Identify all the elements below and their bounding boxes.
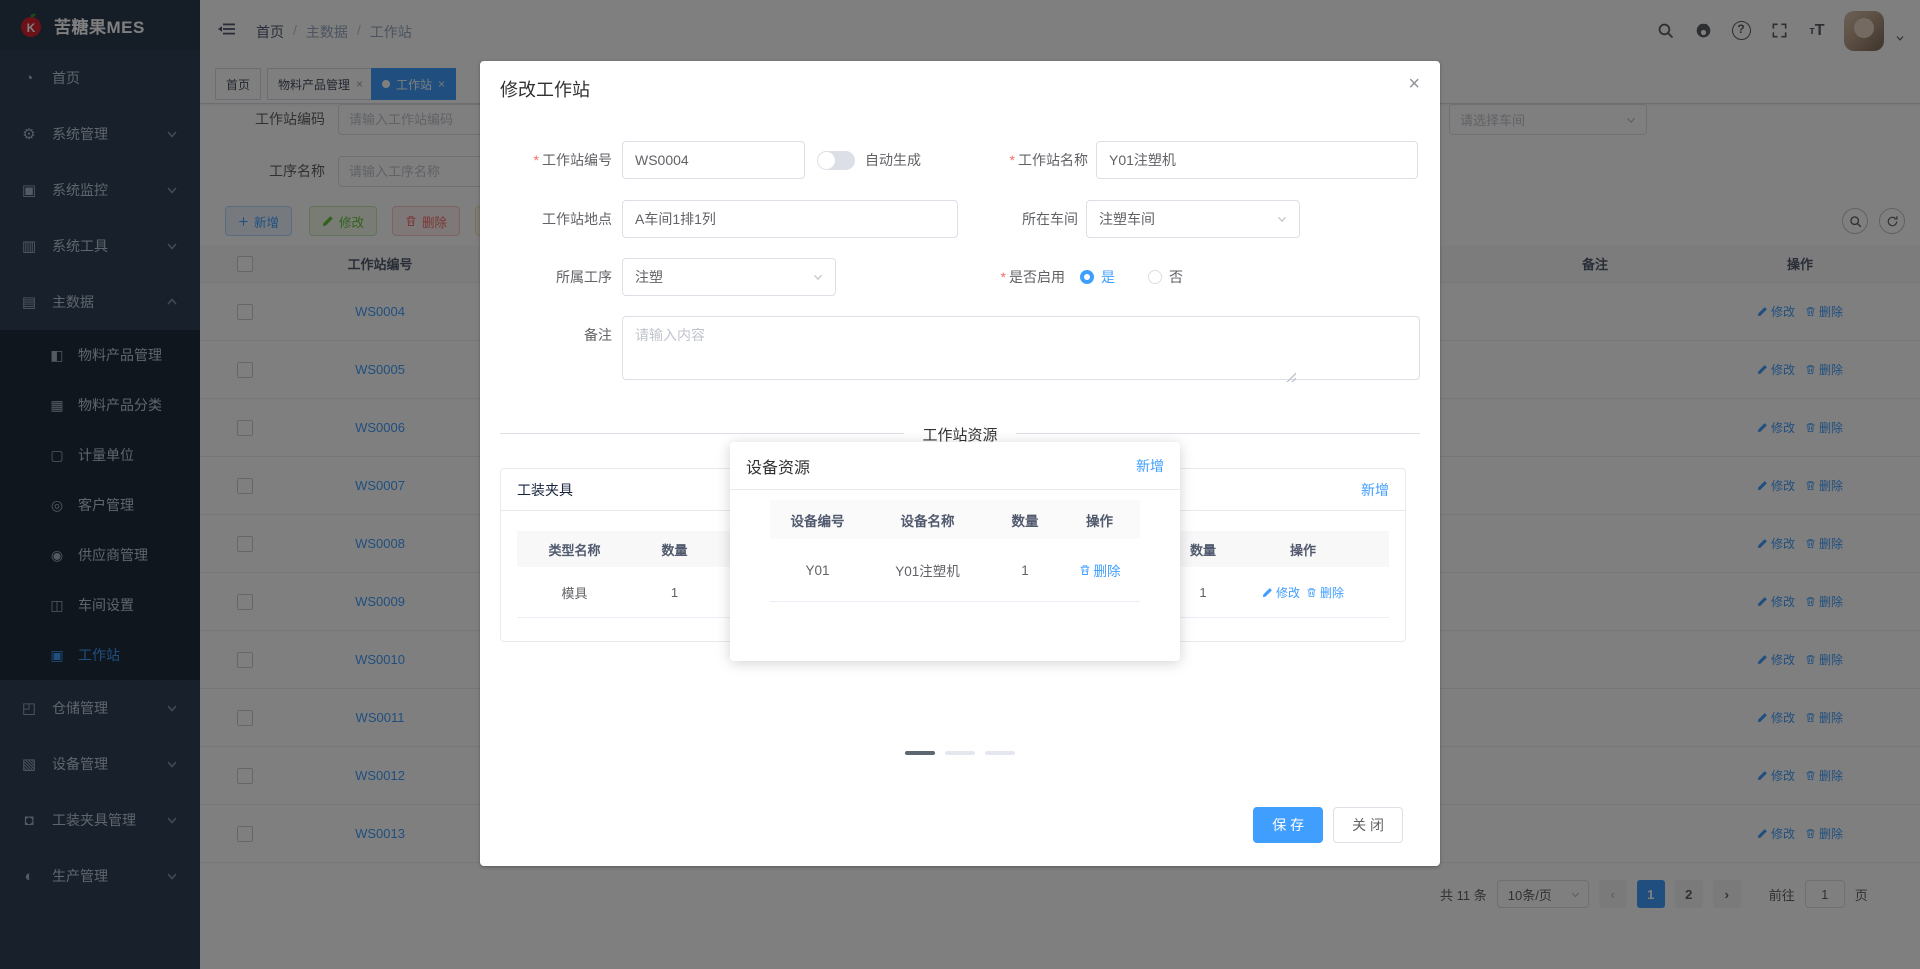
radio-dot [1080, 270, 1094, 284]
trash-icon [1306, 587, 1317, 597]
workshop-select[interactable]: 注塑车间 [1086, 200, 1300, 238]
radio-dot [1148, 270, 1162, 284]
labor-add-link[interactable]: 新增 [1361, 480, 1389, 500]
auto-generate-label: 自动生成 [865, 152, 921, 168]
chevron-down-icon [1275, 212, 1289, 226]
select-value: 注塑车间 [1099, 211, 1155, 227]
auto-generate-toggle[interactable] [817, 151, 855, 170]
workshop-label: 所在车间 [1022, 211, 1078, 227]
equipment-add-link[interactable]: 新增 [1136, 456, 1164, 476]
carousel-dot-2[interactable] [945, 751, 975, 755]
trash-icon [1079, 565, 1090, 575]
select-value: 注塑 [635, 269, 663, 285]
pencil-icon [1262, 587, 1272, 597]
header-action: 操作 [1289, 542, 1316, 558]
radio-label: 是 [1101, 269, 1115, 285]
enabled-yes-radio[interactable]: 是 [1080, 258, 1115, 296]
equipment-popup-title: 设备资源 [746, 459, 811, 477]
required-mark: * [1000, 269, 1006, 285]
carousel-dot-1[interactable] [905, 751, 935, 755]
header-type: 类型名称 [548, 542, 601, 558]
location-label: 工作站地点 [542, 211, 612, 227]
chevron-down-icon [811, 270, 825, 284]
labor-edit-link[interactable]: 修改 [1262, 584, 1300, 601]
enabled-label: * 是否启用 [1000, 269, 1065, 285]
fixture-panel-title: 工装夹具 [517, 481, 573, 498]
fixture-qty: 1 [670, 584, 679, 600]
equipment-popup: 设备资源 新增 设备编号 设备名称 数量 操作 Y01 Y01注塑机 1 删除 [730, 442, 1180, 661]
save-button[interactable]: 保 存 [1253, 807, 1324, 843]
header-qty: 数量 [661, 542, 688, 558]
header-qty: 数量 [1011, 513, 1039, 529]
header-action: 操作 [1086, 513, 1113, 529]
dialog-title: 修改工作站 [500, 80, 590, 100]
equipment-name: Y01注塑机 [895, 564, 960, 579]
fixture-type: 模具 [561, 585, 588, 601]
close-button[interactable]: 关 闭 [1333, 807, 1403, 843]
remark-textarea[interactable] [622, 316, 1420, 380]
equipment-popup-header: 设备资源 新增 [730, 442, 1180, 490]
dialog-close-icon[interactable]: × [1408, 73, 1420, 96]
edit-workstation-dialog: 修改工作站 × *工作站编号 自动生成 *工作站名称 工作站地点 所在车间 注塑… [480, 61, 1440, 866]
code-label: * 工作站编号 [533, 152, 612, 168]
location-input[interactable] [622, 200, 958, 238]
equipment-qty: 1 [1021, 562, 1029, 578]
enabled-no-radio[interactable]: 否 [1148, 258, 1183, 296]
process-select[interactable]: 注塑 [622, 258, 836, 296]
equipment-table: 设备编号 设备名称 数量 操作 Y01 Y01注塑机 1 删除 [770, 500, 1140, 602]
name-input[interactable] [1096, 141, 1418, 179]
name-label: * 工作站名称 [1009, 152, 1088, 168]
required-mark: * [533, 152, 539, 168]
header-equipment-name: 设备名称 [900, 513, 955, 529]
header-equipment-code: 设备编号 [790, 513, 845, 529]
carousel-indicators [480, 751, 1440, 755]
required-mark: * [1009, 152, 1015, 168]
textarea-resize-handle[interactable] [1286, 372, 1296, 382]
remark-label: 备注 [584, 327, 612, 343]
carousel-dot-3[interactable] [985, 751, 1015, 755]
equipment-delete-link[interactable]: 删除 [1079, 560, 1121, 580]
code-input[interactable] [622, 141, 805, 179]
equipment-code: Y01 [805, 562, 830, 578]
radio-label: 否 [1169, 269, 1183, 285]
dialog-footer: 保 存 关 闭 [1253, 807, 1403, 843]
process-label: 所属工序 [556, 269, 612, 285]
labor-delete-link[interactable]: 删除 [1306, 584, 1344, 601]
